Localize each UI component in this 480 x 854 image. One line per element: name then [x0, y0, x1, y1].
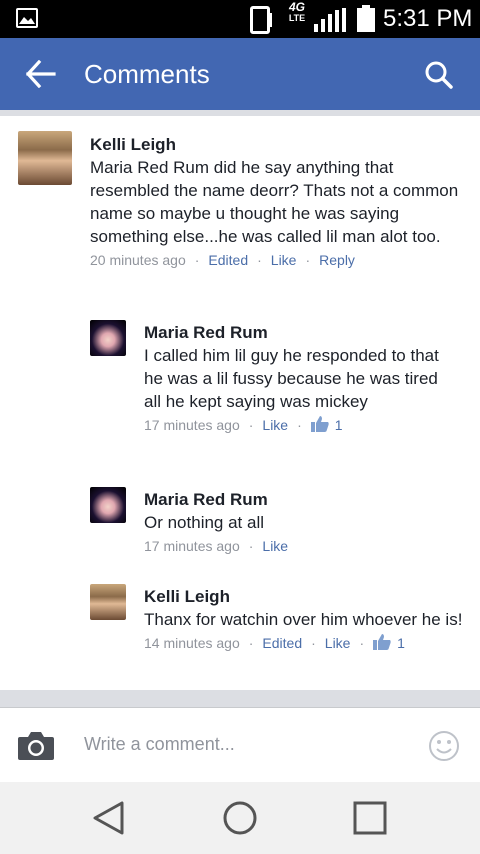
smiley-icon[interactable] — [428, 730, 460, 762]
meta-separator: · — [257, 252, 262, 268]
comment-text: Maria Red Rum did he say anything that r… — [90, 158, 459, 246]
app-header: Comments — [0, 38, 480, 110]
meta-separator: · — [311, 635, 316, 651]
comment-author[interactable]: Kelli Leigh — [144, 586, 464, 608]
comment-time: 14 minutes ago — [144, 635, 240, 651]
comment-author[interactable]: Kelli Leigh — [90, 134, 460, 156]
edited-link[interactable]: Edited — [208, 252, 248, 268]
avatar[interactable] — [90, 584, 126, 620]
composer-divider — [0, 690, 480, 708]
back-arrow-icon[interactable] — [26, 60, 56, 88]
like-link[interactable]: Like — [325, 635, 351, 651]
signal-icon — [314, 8, 346, 32]
nav-home-icon[interactable] — [222, 800, 258, 836]
like-link[interactable]: Like — [271, 252, 297, 268]
likes-count[interactable]: 1 — [397, 635, 405, 651]
meta-separator: · — [359, 635, 365, 651]
thumbs-up-icon[interactable] — [310, 416, 329, 432]
nav-back-icon[interactable] — [92, 801, 124, 835]
like-link[interactable]: Like — [262, 417, 288, 433]
status-time: 5:31 PM — [383, 5, 473, 32]
nav-recents-icon[interactable] — [353, 801, 387, 835]
avatar[interactable] — [90, 320, 126, 356]
meta-separator: · — [248, 417, 254, 433]
gallery-icon — [16, 8, 38, 28]
avatar[interactable] — [18, 131, 72, 185]
system-nav-bar — [0, 782, 480, 854]
comment-text: Or nothing at all — [144, 513, 265, 532]
avatar[interactable] — [90, 487, 126, 523]
likes-count[interactable]: 1 — [335, 417, 343, 433]
meta-separator: · — [248, 635, 254, 651]
search-icon[interactable] — [424, 60, 454, 90]
comment-author[interactable]: Maria Red Rum — [144, 322, 454, 344]
comment-meta: 20 minutes ago · Edited · Like · Reply — [90, 250, 460, 270]
comment-input[interactable]: Write a comment... — [84, 734, 404, 755]
meta-separator: · — [297, 417, 302, 433]
meta-separator: · — [194, 252, 200, 268]
comment-author[interactable]: Maria Red Rum — [144, 489, 454, 511]
network-indicator: 4G LTE — [284, 0, 310, 24]
comment-text: I called him lil guy he responded to tha… — [144, 346, 439, 411]
edited-link[interactable]: Edited — [262, 635, 302, 651]
comment-composer: Write a comment... — [0, 708, 480, 782]
meta-separator: · — [305, 252, 311, 268]
network-sub-label: LTE — [288, 13, 306, 23]
meta-separator: · — [248, 538, 254, 554]
comment-meta: 17 minutes ago · Like · 1 — [144, 415, 454, 435]
reply-link[interactable]: Reply — [319, 252, 355, 268]
comment-time: 17 minutes ago — [144, 417, 240, 433]
page-title: Comments — [84, 59, 210, 89]
thumbs-up-icon[interactable] — [373, 634, 391, 650]
comment-meta: 17 minutes ago · Like — [144, 536, 454, 556]
comment-meta: 14 minutes ago · Edited · Like · 1 — [144, 633, 464, 653]
comment-time: 20 minutes ago — [90, 252, 186, 268]
header-divider — [0, 110, 480, 116]
comment-time: 17 minutes ago — [144, 538, 240, 554]
status-bar: 4G LTE 5:31 PM — [0, 0, 480, 38]
battery-icon — [357, 5, 375, 32]
camera-icon[interactable] — [17, 731, 55, 761]
comment-text: Thanx for watchin over him whoever he is… — [144, 610, 463, 629]
like-link[interactable]: Like — [262, 538, 288, 554]
network-label: 4G — [288, 0, 305, 14]
phone-icon — [250, 6, 272, 34]
